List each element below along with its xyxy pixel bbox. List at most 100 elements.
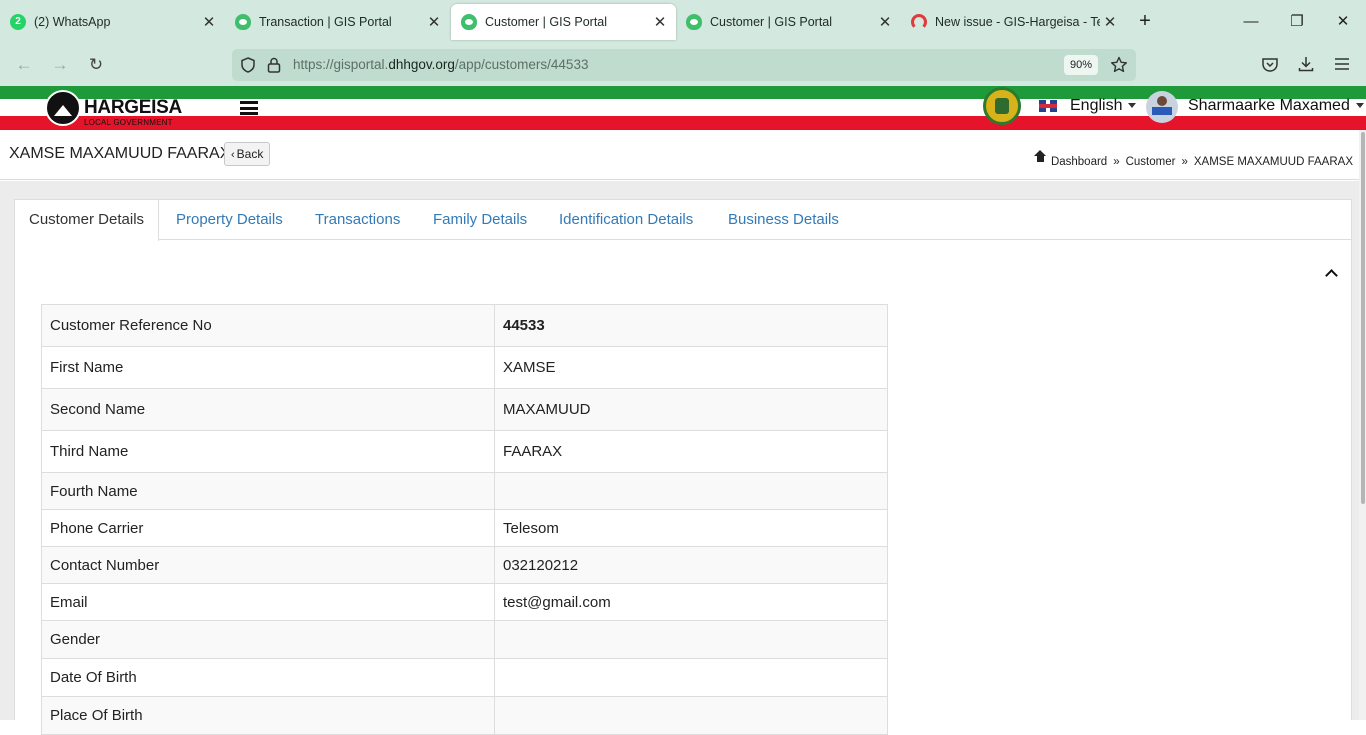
hargeisa-logo[interactable]: HARGEISA LOCAL GOVERNMENT: [45, 90, 185, 128]
field-label: Place Of Birth: [41, 696, 495, 735]
address-bar[interactable]: https://gisportal.dhhgov.org/app/custome…: [232, 49, 1136, 81]
close-icon[interactable]: ✕: [875, 13, 895, 31]
field-value: 44533: [494, 304, 888, 347]
table-row: Second Name MAXAMUUD: [41, 388, 888, 431]
tab-transactions[interactable]: Transactions: [315, 200, 400, 240]
gis-portal-icon: [235, 14, 251, 30]
home-icon: [1033, 150, 1046, 165]
tab-identification-details[interactable]: Identification Details: [559, 200, 693, 240]
url-text[interactable]: https://gisportal.dhhgov.org/app/custome…: [293, 57, 588, 72]
close-icon[interactable]: ✕: [199, 13, 219, 31]
tab-customer-details[interactable]: Customer Details: [15, 200, 160, 241]
sidebar-toggle-menu-icon[interactable]: [240, 101, 258, 115]
user-menu[interactable]: Sharmaarke Maxamed: [1188, 97, 1364, 115]
breadcrumb: Dashboard » Customer » XAMSE MAXAMUUD FAARAX: [1033, 150, 1353, 168]
field-value: [494, 696, 888, 735]
new-tab-plus-icon[interactable]: +: [1134, 10, 1156, 32]
breadcrumb-separator: »: [1181, 156, 1188, 168]
close-icon[interactable]: ✕: [650, 13, 670, 31]
field-label: Fourth Name: [41, 472, 495, 510]
field-value: [494, 472, 888, 510]
tab-family-details[interactable]: Family Details: [433, 200, 527, 240]
reload-icon[interactable]: ↻: [84, 53, 108, 77]
zoom-level-badge[interactable]: 90%: [1064, 55, 1098, 75]
logo-name: HARGEISA: [84, 97, 182, 118]
user-avatar[interactable]: [1146, 91, 1178, 123]
language-selector[interactable]: English: [1070, 97, 1137, 115]
tab-title: (2) WhatsApp: [34, 15, 111, 29]
site-header: HARGEISA LOCAL GOVERNMENT English Sharma…: [0, 86, 1366, 130]
tab-title: New issue - GIS-Hargeisa - Team: [935, 15, 1100, 29]
caret-down-icon: [1355, 103, 1364, 109]
tab-title: Transaction | GIS Portal: [259, 15, 392, 29]
page-header: XAMSE MAXAMUUD FAARAX ‹ Back Dashboard » Cu…: [0, 130, 1366, 180]
breadcrumb-customer[interactable]: Customer: [1126, 156, 1176, 168]
table-row: Phone Carrier Telesom: [41, 509, 888, 547]
downloads-icon[interactable]: [1297, 55, 1315, 73]
table-row: Fourth Name: [41, 472, 888, 510]
field-value: XAMSE: [494, 346, 888, 389]
gis-portal-icon: [686, 14, 702, 30]
collapse-chevron-up-icon[interactable]: [1324, 266, 1338, 280]
table-row: Date Of Birth: [41, 658, 888, 697]
forward-arrow-icon[interactable]: →: [48, 53, 72, 77]
bookmark-star-icon[interactable]: [1110, 56, 1128, 74]
government-seal-icon: [983, 87, 1021, 125]
breadcrumb-dashboard[interactable]: Dashboard: [1051, 156, 1107, 168]
tab-business-details[interactable]: Business Details: [728, 200, 839, 240]
field-label: Customer Reference No: [41, 304, 495, 347]
field-value: FAARAX: [494, 430, 888, 473]
tab-property-details[interactable]: Property Details: [176, 200, 283, 240]
uk-flag-icon[interactable]: [1039, 100, 1057, 112]
lock-icon[interactable]: [267, 57, 281, 73]
azure-devops-icon: [911, 14, 927, 30]
gis-portal-icon: [461, 14, 477, 30]
table-row: Customer Reference No 44533: [41, 304, 888, 347]
app-menu-icon[interactable]: [1334, 56, 1350, 72]
browser-tab-whatsapp[interactable]: 2 (2) WhatsApp ✕: [0, 4, 225, 40]
pocket-icon[interactable]: [1261, 56, 1279, 74]
scrollbar-thumb[interactable]: [1361, 132, 1365, 504]
field-value: test@gmail.com: [494, 583, 888, 621]
table-row: Third Name FAARAX: [41, 430, 888, 473]
browser-tab-customer[interactable]: Customer | GIS Portal ✕: [676, 4, 901, 40]
browser-tab-customer-active[interactable]: Customer | GIS Portal ✕: [451, 4, 676, 40]
customer-details-table: Customer Reference No 44533 First Name X…: [41, 304, 888, 735]
logo-subtitle: LOCAL GOVERNMENT: [84, 118, 173, 127]
table-row: Email test@gmail.com: [41, 583, 888, 621]
table-row: First Name XAMSE: [41, 346, 888, 389]
browser-tab-transaction[interactable]: Transaction | GIS Portal ✕: [225, 4, 450, 40]
page-title: XAMSE MAXAMUUD FAARAX: [9, 145, 231, 162]
table-row: Gender: [41, 620, 888, 659]
field-label: Email: [41, 583, 495, 621]
browser-tab-new-issue[interactable]: New issue - GIS-Hargeisa - Team ✕: [901, 4, 1126, 40]
back-button[interactable]: ‹ Back: [224, 142, 271, 166]
field-value: [494, 620, 888, 659]
field-value: [494, 658, 888, 697]
customer-tab-bar: Customer Details Property Details Transa…: [15, 200, 1351, 241]
field-label: First Name: [41, 346, 495, 389]
close-window-icon[interactable]: ✕: [1328, 10, 1358, 34]
field-value: Telesom: [494, 509, 888, 547]
field-label: Contact Number: [41, 546, 495, 584]
field-value: MAXAMUUD: [494, 388, 888, 431]
chevron-left-icon: ‹: [231, 149, 235, 161]
tab-title: Customer | GIS Portal: [710, 15, 833, 29]
caret-down-icon: [1128, 103, 1137, 109]
close-icon[interactable]: ✕: [424, 13, 444, 31]
shield-icon[interactable]: [240, 57, 256, 73]
hargeisa-emblem-icon: [45, 90, 81, 126]
restore-window-icon[interactable]: ❐: [1282, 10, 1312, 34]
browser-nav-bar: ← → ↻ https://gisportal.dhhgov.org/app/c…: [0, 44, 1366, 86]
whatsapp-icon: 2: [10, 14, 26, 30]
breadcrumb-separator: »: [1113, 156, 1120, 168]
minimize-window-icon[interactable]: —: [1236, 10, 1266, 34]
breadcrumb-current: XAMSE MAXAMUUD FAARAX: [1193, 156, 1353, 168]
field-label: Date Of Birth: [41, 658, 495, 697]
field-value: 032120212: [494, 546, 888, 584]
table-row: Contact Number 032120212: [41, 546, 888, 584]
tab-title: Customer | GIS Portal: [485, 15, 608, 29]
close-icon[interactable]: ✕: [1100, 13, 1120, 31]
back-arrow-icon[interactable]: ←: [12, 53, 36, 77]
field-label: Phone Carrier: [41, 509, 495, 547]
